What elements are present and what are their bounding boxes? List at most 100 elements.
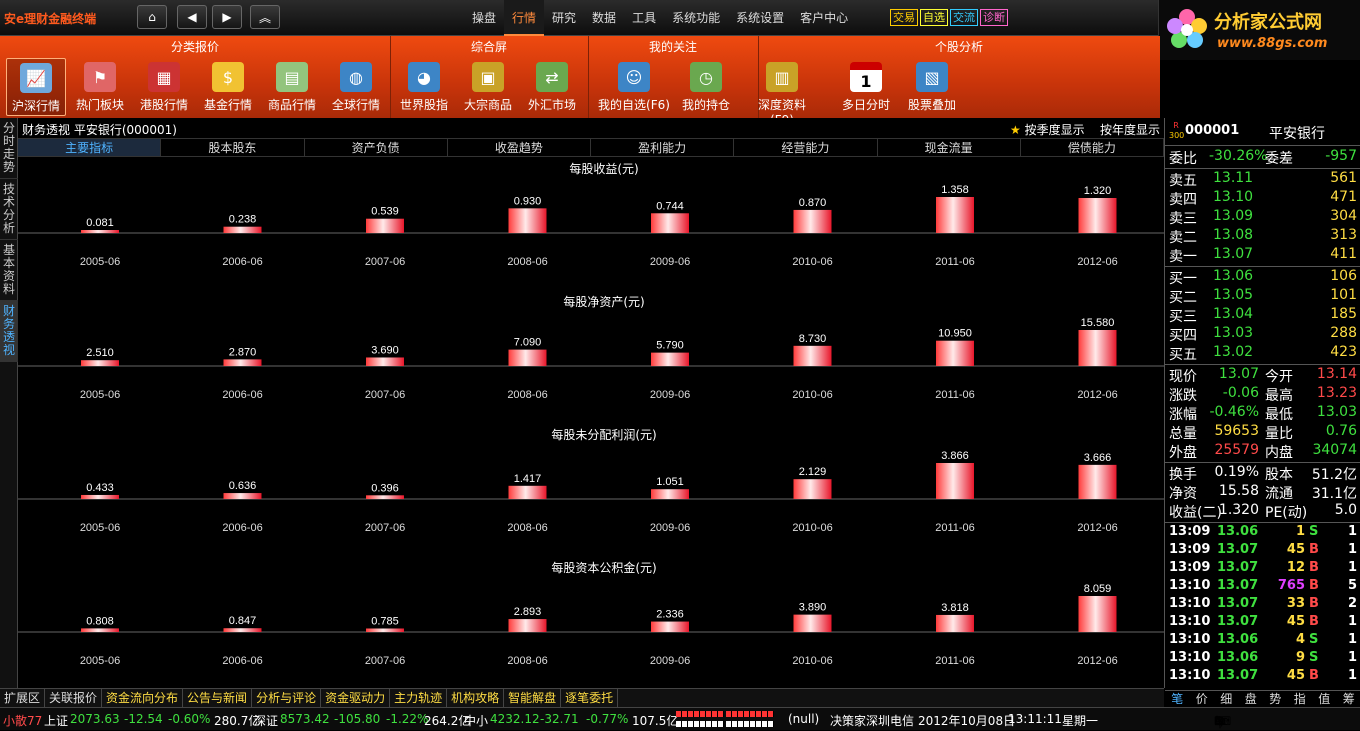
bottom-tab-4[interactable]: 分析与评论 bbox=[252, 689, 321, 707]
main-menu: 操盘行情研究数据工具系统功能系统设置客户中心 bbox=[464, 0, 856, 36]
x-tick-label: 2012-06 bbox=[1077, 389, 1117, 401]
bar-value-label: 0.081 bbox=[86, 217, 114, 229]
quote-tab-7[interactable]: 筹 bbox=[1337, 691, 1360, 707]
x-tick-label: 2005-06 bbox=[80, 655, 120, 667]
quote-row: 买五13.02423 bbox=[1165, 344, 1360, 363]
vtab-2[interactable]: 基本资料 bbox=[0, 240, 18, 301]
tick-count: 2 bbox=[1348, 596, 1357, 611]
ribbon-button-0-1[interactable]: ⚑热门板块 bbox=[70, 58, 130, 116]
quote-row: 卖二13.08313 bbox=[1165, 227, 1360, 246]
quote-label: 买一 bbox=[1169, 268, 1197, 288]
bar bbox=[366, 628, 404, 632]
subtab-5[interactable]: 经营能力 bbox=[734, 139, 877, 156]
quote-tab-4[interactable]: 势 bbox=[1263, 691, 1288, 707]
quarter-display-switch[interactable]: ★ 按季度显示 bbox=[1010, 121, 1085, 138]
bottom-tab-7[interactable]: 机构攻略 bbox=[447, 689, 504, 707]
quote-tab-5[interactable]: 指 bbox=[1288, 691, 1313, 707]
chart-title: 每股收益(元) bbox=[569, 161, 638, 176]
tick-price: 13.07 bbox=[1217, 542, 1258, 557]
ribbon-button-3-0[interactable]: ▥深度资料(F9) bbox=[752, 58, 812, 116]
subtab-2[interactable]: 资产负债 bbox=[305, 139, 448, 156]
bar bbox=[366, 495, 404, 499]
bottom-tab-2[interactable]: 资金流向分布 bbox=[102, 689, 183, 707]
bar bbox=[366, 219, 404, 233]
bar-value-label: 0.744 bbox=[656, 200, 684, 212]
ribbon-button-3-1[interactable]: 1多日分时 bbox=[836, 58, 896, 116]
subtab-0[interactable]: 主要指标 bbox=[18, 139, 161, 156]
menu-item-3[interactable]: 数据 bbox=[584, 0, 624, 36]
menu-item-2[interactable]: 研究 bbox=[544, 0, 584, 36]
quick-button-2[interactable]: 交流 bbox=[950, 9, 978, 26]
ribbon-button-1-1[interactable]: ▣大宗商品 bbox=[458, 58, 518, 116]
ribbon-button-1-0[interactable]: ◕世界股指 bbox=[394, 58, 454, 116]
subtab-7[interactable]: 偿债能力 bbox=[1021, 139, 1164, 156]
home-button[interactable]: ⌂ bbox=[137, 5, 167, 29]
quick-button-0[interactable]: 交易 bbox=[890, 9, 918, 26]
bottom-tab-6[interactable]: 主力轨迹 bbox=[390, 689, 447, 707]
subtab-3[interactable]: 收盈趋势 bbox=[448, 139, 591, 156]
ribbon-button-0-2[interactable]: ▦港股行情 bbox=[134, 58, 194, 116]
quote-tab-0[interactable]: 笔 bbox=[1165, 691, 1190, 707]
bar bbox=[1079, 330, 1117, 366]
stat-row: 总量59653量比0.76 bbox=[1165, 423, 1360, 442]
bottom-tab-1[interactable]: 关联报价 bbox=[45, 689, 102, 707]
stat-value: 1.320 bbox=[1219, 502, 1259, 518]
bottom-tab-0[interactable]: 扩展区 bbox=[0, 689, 45, 707]
financial-bar-charts: 每股收益(元)0.0812005-060.2382006-060.5392007… bbox=[18, 158, 1164, 688]
menu-item-7[interactable]: 客户中心 bbox=[792, 0, 856, 36]
menu-item-4[interactable]: 工具 bbox=[624, 0, 664, 36]
menu-item-1[interactable]: 行情 bbox=[504, 0, 544, 36]
forward-button[interactable]: ▶ bbox=[212, 5, 242, 29]
quote-price: 13.10 bbox=[1213, 189, 1253, 205]
quote-tab-1[interactable]: 价 bbox=[1190, 691, 1215, 707]
x-tick-label: 2005-06 bbox=[80, 389, 120, 401]
ribbon-button-0-4[interactable]: ▤商品行情 bbox=[262, 58, 322, 116]
broker-name: 决策家深圳电信 bbox=[830, 712, 914, 729]
vtab-3[interactable]: 财务透视 bbox=[0, 301, 18, 362]
collapse-button[interactable]: ︽ bbox=[250, 5, 280, 29]
xiaosan-label[interactable]: 小散77 bbox=[3, 712, 42, 729]
tick-row: 13:1013.0745B1 bbox=[1165, 668, 1360, 686]
ribbon-button-0-3[interactable]: $基金行情 bbox=[198, 58, 258, 116]
subtab-1[interactable]: 股本股东 bbox=[161, 139, 304, 156]
stat-label: 总量 bbox=[1169, 423, 1197, 443]
menu-item-6[interactable]: 系统设置 bbox=[728, 0, 792, 36]
quote-tab-3[interactable]: 盘 bbox=[1239, 691, 1264, 707]
ribbon-button-label: 我的持仓 bbox=[676, 96, 736, 113]
stat-label-2: 内盘 bbox=[1265, 442, 1293, 462]
back-button[interactable]: ◀ bbox=[177, 5, 207, 29]
brand-logo: 分析家公式网 www.88gs.com bbox=[1158, 0, 1360, 60]
quote-price: 13.09 bbox=[1213, 208, 1253, 224]
bottom-tab-5[interactable]: 资金驱动力 bbox=[321, 689, 390, 707]
vtab-0[interactable]: 分时走势 bbox=[0, 118, 18, 179]
subtab-4[interactable]: 盈利能力 bbox=[591, 139, 734, 156]
stat-value: -0.06 bbox=[1223, 385, 1259, 401]
stat-label: 换手 bbox=[1169, 464, 1197, 484]
subtab-6[interactable]: 现金流量 bbox=[878, 139, 1021, 156]
tick-time: 13:09 bbox=[1169, 560, 1210, 575]
menu-item-0[interactable]: 操盘 bbox=[464, 0, 504, 36]
bottom-tab-8[interactable]: 智能解盘 bbox=[504, 689, 561, 707]
quote-tab-2[interactable]: 细 bbox=[1214, 691, 1239, 707]
ribbon-button-1-2[interactable]: ⇄外汇市场 bbox=[522, 58, 582, 116]
vtab-1[interactable]: 技术分析 bbox=[0, 179, 18, 240]
tick-time: 13:09 bbox=[1169, 542, 1210, 557]
ribbon-button-2-0[interactable]: ☺我的自选(F6) bbox=[592, 58, 676, 116]
bottom-tab-9[interactable]: 逐笔委托 bbox=[561, 689, 618, 707]
quick-buttons: 交易自选交流诊断 bbox=[890, 9, 1008, 26]
ribbon-button-3-2[interactable]: ▧股票叠加 bbox=[902, 58, 962, 116]
ribbon-button-0-0[interactable]: 📈沪深行情 bbox=[6, 58, 66, 116]
bar-value-label: 3.866 bbox=[941, 450, 969, 462]
ribbon-button-2-1[interactable]: ◷我的持仓 bbox=[676, 58, 736, 116]
bar-value-label: 0.785 bbox=[371, 615, 399, 627]
quick-button-1[interactable]: 自选 bbox=[920, 9, 948, 26]
quote-tab-6[interactable]: 值 bbox=[1312, 691, 1337, 707]
year-display-switch[interactable]: 按年度显示 bbox=[1100, 121, 1160, 138]
stat-value-2: 31.1亿 bbox=[1312, 483, 1357, 503]
quote-row: 买四13.03288 bbox=[1165, 325, 1360, 344]
bottom-tab-3[interactable]: 公告与新闻 bbox=[183, 689, 252, 707]
ribbon-button-0-5[interactable]: ◍全球行情 bbox=[326, 58, 386, 116]
menu-item-5[interactable]: 系统功能 bbox=[664, 0, 728, 36]
quick-button-3[interactable]: 诊断 bbox=[980, 9, 1008, 26]
user-watchlist-icon: ☺ bbox=[618, 62, 650, 92]
